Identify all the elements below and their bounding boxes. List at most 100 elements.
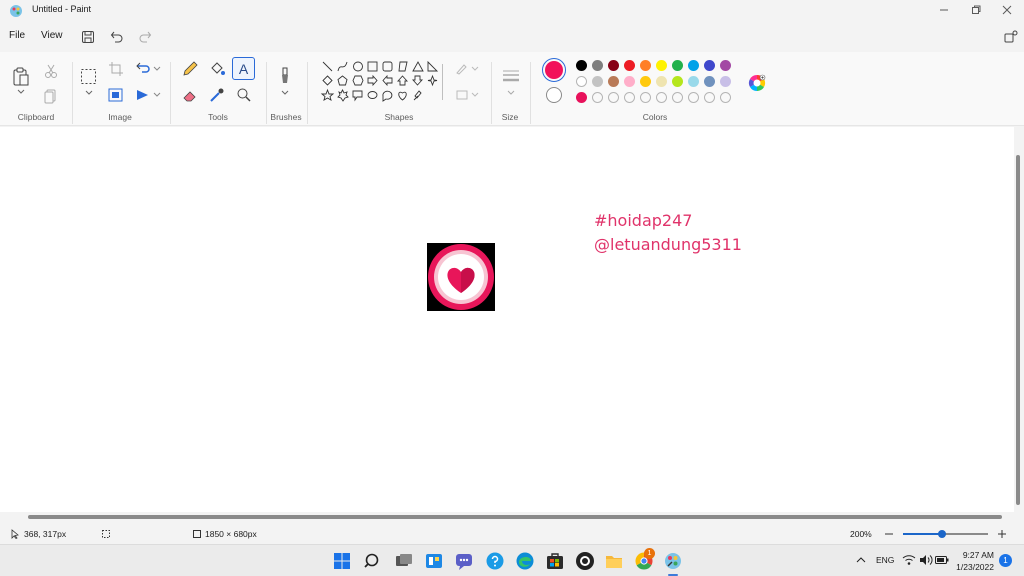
palette-swatch[interactable] [720, 92, 731, 103]
palette-swatch[interactable] [640, 60, 651, 71]
shape-fill-icon[interactable] [455, 88, 479, 102]
vertical-scrollbar[interactable] [1016, 155, 1020, 505]
paint-taskbar-icon[interactable] [662, 550, 684, 572]
pencil-icon[interactable] [181, 60, 199, 78]
palette-swatch[interactable] [656, 60, 667, 71]
brushes-dropdown-icon[interactable] [281, 90, 289, 96]
palette-swatch[interactable] [608, 76, 619, 87]
resize-icon[interactable] [107, 86, 125, 104]
palette-swatch[interactable] [704, 60, 715, 71]
palette-swatch[interactable] [640, 76, 651, 87]
palette-swatch[interactable] [608, 92, 619, 103]
palette-swatch[interactable] [720, 76, 731, 87]
zoom-slider-thumb[interactable] [938, 530, 946, 538]
search-icon[interactable] [362, 550, 384, 572]
secondary-color-swatch[interactable] [546, 87, 562, 103]
wifi-icon[interactable] [902, 554, 916, 566]
outline-icon[interactable] [455, 62, 479, 76]
task-view-icon[interactable] [393, 550, 415, 572]
shapes-scrollbar[interactable] [442, 64, 443, 100]
palette-swatch[interactable] [656, 76, 667, 87]
select-dropdown-icon[interactable] [85, 90, 93, 96]
zoom-level[interactable]: 200% [850, 529, 872, 539]
chevron-up-icon[interactable] [855, 555, 867, 565]
palette-swatch[interactable] [704, 76, 715, 87]
rotate-icon[interactable] [134, 60, 152, 78]
palette-swatch[interactable] [624, 92, 635, 103]
share-icon[interactable] [1003, 29, 1019, 45]
group-label-shapes: Shapes [384, 112, 414, 122]
battery-icon[interactable] [935, 555, 949, 565]
close-button[interactable] [991, 0, 1023, 20]
palette-swatch[interactable] [608, 60, 619, 71]
crop-icon[interactable] [107, 60, 125, 78]
widgets-icon[interactable] [423, 550, 445, 572]
clock-time[interactable]: 9:27 AM [956, 550, 994, 560]
cut-icon[interactable] [42, 62, 60, 80]
palette-swatch[interactable] [720, 60, 731, 71]
shapes-gallery[interactable] [320, 60, 440, 106]
github-icon[interactable] [574, 550, 596, 572]
volume-icon[interactable] [919, 554, 933, 566]
palette-swatch[interactable] [672, 92, 683, 103]
restore-button[interactable] [960, 0, 992, 20]
eraser-icon[interactable] [181, 86, 199, 104]
size-icon[interactable] [502, 68, 520, 84]
color-picker-icon[interactable] [208, 86, 226, 104]
palette-swatch[interactable] [640, 92, 651, 103]
flip-icon[interactable] [134, 86, 152, 104]
ribbon: Clipboard Image A Tools Brushes Shapes S… [0, 52, 1024, 126]
store-icon[interactable] [544, 550, 566, 572]
fill-icon[interactable] [208, 60, 226, 78]
notification-count-icon[interactable]: 1 [999, 554, 1012, 567]
palette-swatch[interactable] [624, 76, 635, 87]
paste-dropdown-icon[interactable] [17, 89, 25, 95]
canvas-text-line-2: @letuandung5311 [594, 235, 742, 254]
palette-swatch[interactable] [592, 92, 603, 103]
palette-swatch[interactable] [688, 60, 699, 71]
palette-swatch[interactable] [576, 76, 587, 87]
redo-icon[interactable] [138, 30, 152, 44]
palette-swatch[interactable] [592, 76, 603, 87]
select-icon[interactable] [80, 68, 97, 85]
chat-icon[interactable] [453, 550, 475, 572]
zoom-out-icon[interactable] [883, 528, 895, 540]
palette-swatch[interactable] [592, 60, 603, 71]
palette-swatch[interactable] [688, 76, 699, 87]
language-indicator[interactable]: ENG [876, 555, 894, 565]
edge-icon[interactable] [514, 550, 536, 572]
clock-date[interactable]: 1/23/2022 [952, 562, 994, 572]
palette-swatch[interactable] [672, 76, 683, 87]
save-icon[interactable] [81, 30, 95, 44]
palette-swatch[interactable] [656, 92, 667, 103]
edit-colors-icon[interactable] [748, 74, 766, 92]
menu-view[interactable]: View [41, 30, 63, 41]
window-title: Untitled - Paint [32, 4, 92, 14]
menu-file[interactable]: File [9, 30, 25, 41]
primary-color-swatch[interactable] [542, 58, 566, 82]
group-label-image: Image [108, 112, 132, 122]
palette-swatch[interactable] [624, 60, 635, 71]
file-explorer-icon[interactable] [603, 550, 625, 572]
start-icon[interactable] [331, 550, 353, 572]
rotate-dropdown-icon[interactable] [153, 66, 161, 72]
size-dropdown-icon[interactable] [507, 90, 515, 96]
undo-icon[interactable] [110, 30, 124, 44]
paste-icon[interactable] [12, 67, 30, 87]
brush-icon[interactable] [277, 66, 293, 86]
zoom-in-icon[interactable] [996, 528, 1008, 540]
text-tool-button[interactable]: A [232, 57, 255, 80]
magnifier-icon[interactable] [235, 86, 253, 104]
palette-swatch[interactable] [576, 60, 587, 71]
copy-icon[interactable] [42, 87, 60, 105]
drawing-canvas[interactable]: #hoidap247 @letuandung5311 [0, 127, 1014, 512]
help-icon[interactable] [484, 550, 506, 572]
flip-dropdown-icon[interactable] [153, 92, 161, 98]
palette-swatch[interactable] [688, 92, 699, 103]
palette-swatch[interactable] [704, 92, 715, 103]
group-label-size: Size [501, 112, 519, 122]
horizontal-scrollbar[interactable] [28, 515, 1002, 519]
minimize-button[interactable] [928, 0, 960, 20]
palette-swatch[interactable] [672, 60, 683, 71]
palette-swatch[interactable] [576, 92, 587, 103]
